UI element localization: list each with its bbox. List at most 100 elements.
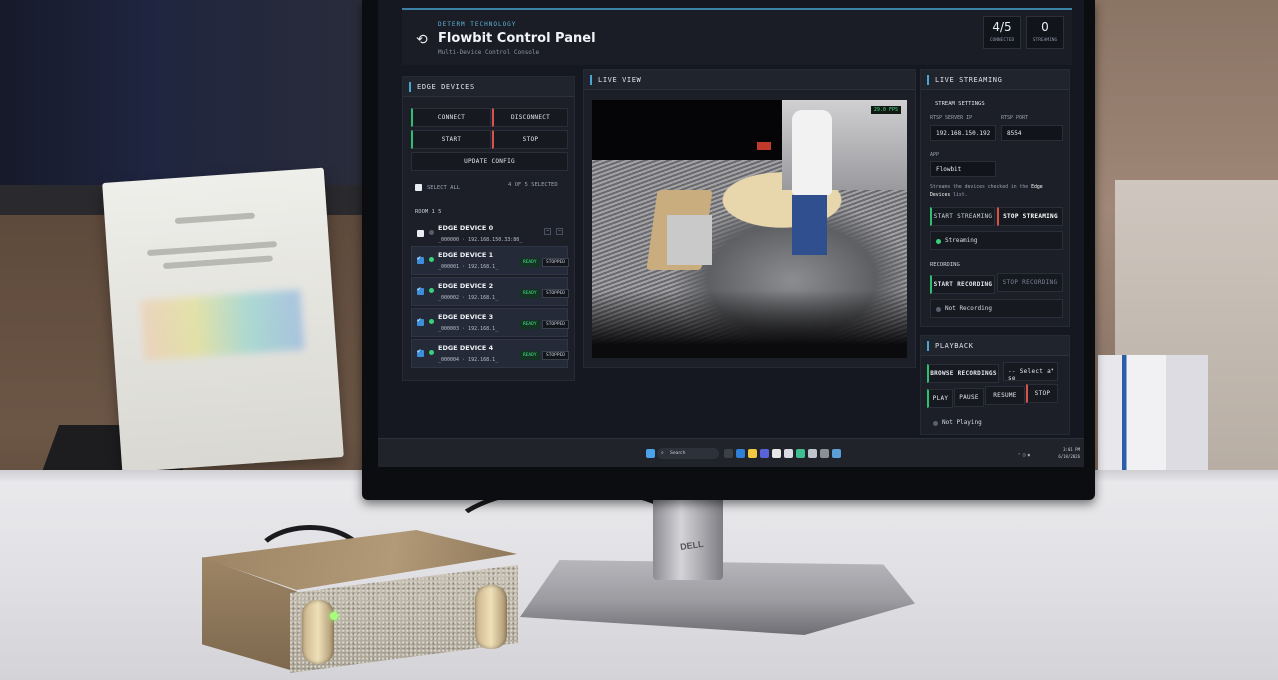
playback-title: PLAYBACK <box>921 336 1069 356</box>
tray-icons[interactable]: ⌃ ◫ ◉ <box>1018 452 1030 457</box>
pause-button[interactable]: PAUSE <box>954 388 984 407</box>
edge-computer-box <box>202 530 518 675</box>
rtsp-port-label: RTSP PORT <box>1001 115 1029 121</box>
device-row[interactable]: EDGE DEVICE 4 _000004 · 192.168.1_ READYST… <box>411 339 569 368</box>
recording-status: Not Recording <box>930 299 1063 318</box>
recording-title: RECORDING <box>930 262 960 268</box>
teams-icon[interactable] <box>760 449 769 458</box>
app-input[interactable]: Flowbit <box>930 161 996 177</box>
edge-devices-title: EDGE DEVICES <box>403 77 574 97</box>
start-button[interactable]: START <box>411 130 491 149</box>
device-checkbox[interactable] <box>417 254 424 264</box>
device-checkbox[interactable] <box>417 230 424 237</box>
start-recording-button[interactable]: START RECORDING <box>930 275 995 294</box>
device-row[interactable]: EDGE DEVICE 2 _000002 · 192.168.1_ READYST… <box>411 277 569 306</box>
company-name: DETERM TECHNOLOGY <box>438 21 517 28</box>
device-row[interactable]: EDGE DEVICE 3 _000003 · 192.168.1_ READYST… <box>411 308 569 337</box>
status-badge: STOPPED <box>542 289 569 298</box>
connection-dot <box>429 319 434 324</box>
connection-dot <box>429 230 434 235</box>
stream-settings-title: STREAM SETTINGS <box>935 101 985 107</box>
stop-streaming-button[interactable]: STOP STREAMING <box>997 207 1063 226</box>
app-label: APP <box>930 152 940 158</box>
select-all-checkbox[interactable] <box>415 184 422 191</box>
settings-icon[interactable] <box>784 449 793 458</box>
fps-badge: 29.0 FPS <box>870 106 901 114</box>
ready-badge: READY <box>520 320 540 329</box>
remove-icon[interactable]: − <box>544 228 551 235</box>
taskbar: ⌕ Search ⌃ ◫ ◉ 3:01 PM 6/18/2026 <box>378 438 1084 467</box>
app-icon[interactable] <box>832 449 841 458</box>
stream-note: Streams the devices checked in the Edge … <box>930 185 1043 198</box>
edge-devices-panel: EDGE DEVICES CONNECT DISCONNECT START ST… <box>402 76 575 381</box>
clock-time: 3:01 PM <box>1063 447 1080 452</box>
app-icon[interactable] <box>820 449 829 458</box>
ready-badge: READY <box>520 258 540 267</box>
remove-icon[interactable]: − <box>556 228 563 235</box>
point-cloud-view[interactable]: 29.0 FPS <box>592 100 907 358</box>
playback-status: Not Playing <box>927 413 1058 432</box>
rtsp-port-input[interactable]: 8554 <box>1001 125 1063 141</box>
ready-badge: READY <box>520 289 540 298</box>
page-title: Flowbit Control Panel <box>438 31 596 46</box>
device-address: _000002 · 192.168.1_ <box>438 295 499 301</box>
connect-button[interactable]: CONNECT <box>411 108 491 127</box>
select-all-label: SELECT ALL <box>427 185 461 191</box>
play-button[interactable]: PLAY <box>927 389 953 408</box>
device-address: _000004 · 192.168.1_ <box>438 357 499 363</box>
rtsp-ip-input[interactable]: 192.168.150.192 <box>930 125 996 141</box>
live-view-panel: LIVE VIEW 29.0 FPS <box>583 69 916 368</box>
connection-dot <box>429 350 434 355</box>
clock-date: 6/18/2026 <box>1058 454 1080 459</box>
chevron-down-icon: ▾ <box>1050 367 1054 373</box>
poster-board <box>102 167 344 473</box>
chrome-icon[interactable] <box>772 449 781 458</box>
browse-recordings-button[interactable]: BROWSE RECORDINGS <box>927 364 999 383</box>
app-icon[interactable] <box>796 449 805 458</box>
connection-dot <box>429 288 434 293</box>
resume-button[interactable]: RESUME <box>985 386 1025 405</box>
live-streaming-panel: LIVE STREAMING STREAM SETTINGS RTSP SERV… <box>920 69 1070 327</box>
start-streaming-button[interactable]: START STREAMING <box>930 207 995 226</box>
edge-browser-icon[interactable] <box>736 449 745 458</box>
device-name: EDGE DEVICE 0 <box>438 224 494 232</box>
app-header: ⟲ DETERM TECHNOLOGY Flowbit Control Pane… <box>402 8 1072 65</box>
rtsp-ip-label: RTSP SERVER IP <box>930 115 973 121</box>
streaming-status: Streaming <box>930 231 1063 250</box>
streaming-stat: 0 STREAMING <box>1026 16 1064 49</box>
device-name: EDGE DEVICE 2 <box>438 282 494 290</box>
stop-recording-button[interactable]: STOP RECORDING <box>997 273 1063 292</box>
page-subtitle: Multi-Device Control Console <box>438 49 540 56</box>
device-address: _000000 · 192.168.150.33:80_ <box>438 237 523 243</box>
windows-start-icon[interactable] <box>646 449 655 458</box>
task-view-icon[interactable] <box>724 449 733 458</box>
device-row[interactable]: EDGE DEVICE 1 _000001 · 192.168.1_ READYST… <box>411 246 569 275</box>
connected-stat: 4/5 CONNECTED <box>983 16 1021 49</box>
app-icon[interactable] <box>808 449 817 458</box>
selected-summary: 4 OF 5 SELECTED <box>508 182 558 188</box>
brand-logo-icon: ⟲ <box>416 32 428 48</box>
status-badge: STOPPED <box>542 320 569 329</box>
device-name: EDGE DEVICE 1 <box>438 251 494 259</box>
live-streaming-title: LIVE STREAMING <box>921 70 1069 90</box>
device-name: EDGE DEVICE 3 <box>438 313 494 321</box>
device-name: EDGE DEVICE 4 <box>438 344 494 352</box>
ready-badge: READY <box>520 351 540 360</box>
power-led <box>330 612 338 620</box>
stop-button[interactable]: STOP <box>492 130 568 149</box>
status-badge: STOPPED <box>542 258 569 267</box>
device-checkbox[interactable] <box>417 316 424 326</box>
live-view-title: LIVE VIEW <box>584 70 915 90</box>
search-icon: ⌕ <box>661 450 664 456</box>
device-checkbox[interactable] <box>417 347 424 357</box>
disconnect-button[interactable]: DISCONNECT <box>492 108 568 127</box>
update-config-button[interactable]: UPDATE CONFIG <box>411 152 568 171</box>
device-address: _000003 · 192.168.1_ <box>438 326 499 332</box>
device-row[interactable]: EDGE DEVICE 0 _000000 · 192.168.150.33:80… <box>411 219 568 248</box>
taskbar-search[interactable]: ⌕ Search <box>657 448 719 459</box>
recording-select[interactable]: -- Select a se ▾ <box>1003 362 1058 382</box>
status-badge: STOPPED <box>542 351 569 360</box>
playback-stop-button[interactable]: STOP <box>1026 384 1058 403</box>
file-explorer-icon[interactable] <box>748 449 757 458</box>
device-checkbox[interactable] <box>417 285 424 295</box>
